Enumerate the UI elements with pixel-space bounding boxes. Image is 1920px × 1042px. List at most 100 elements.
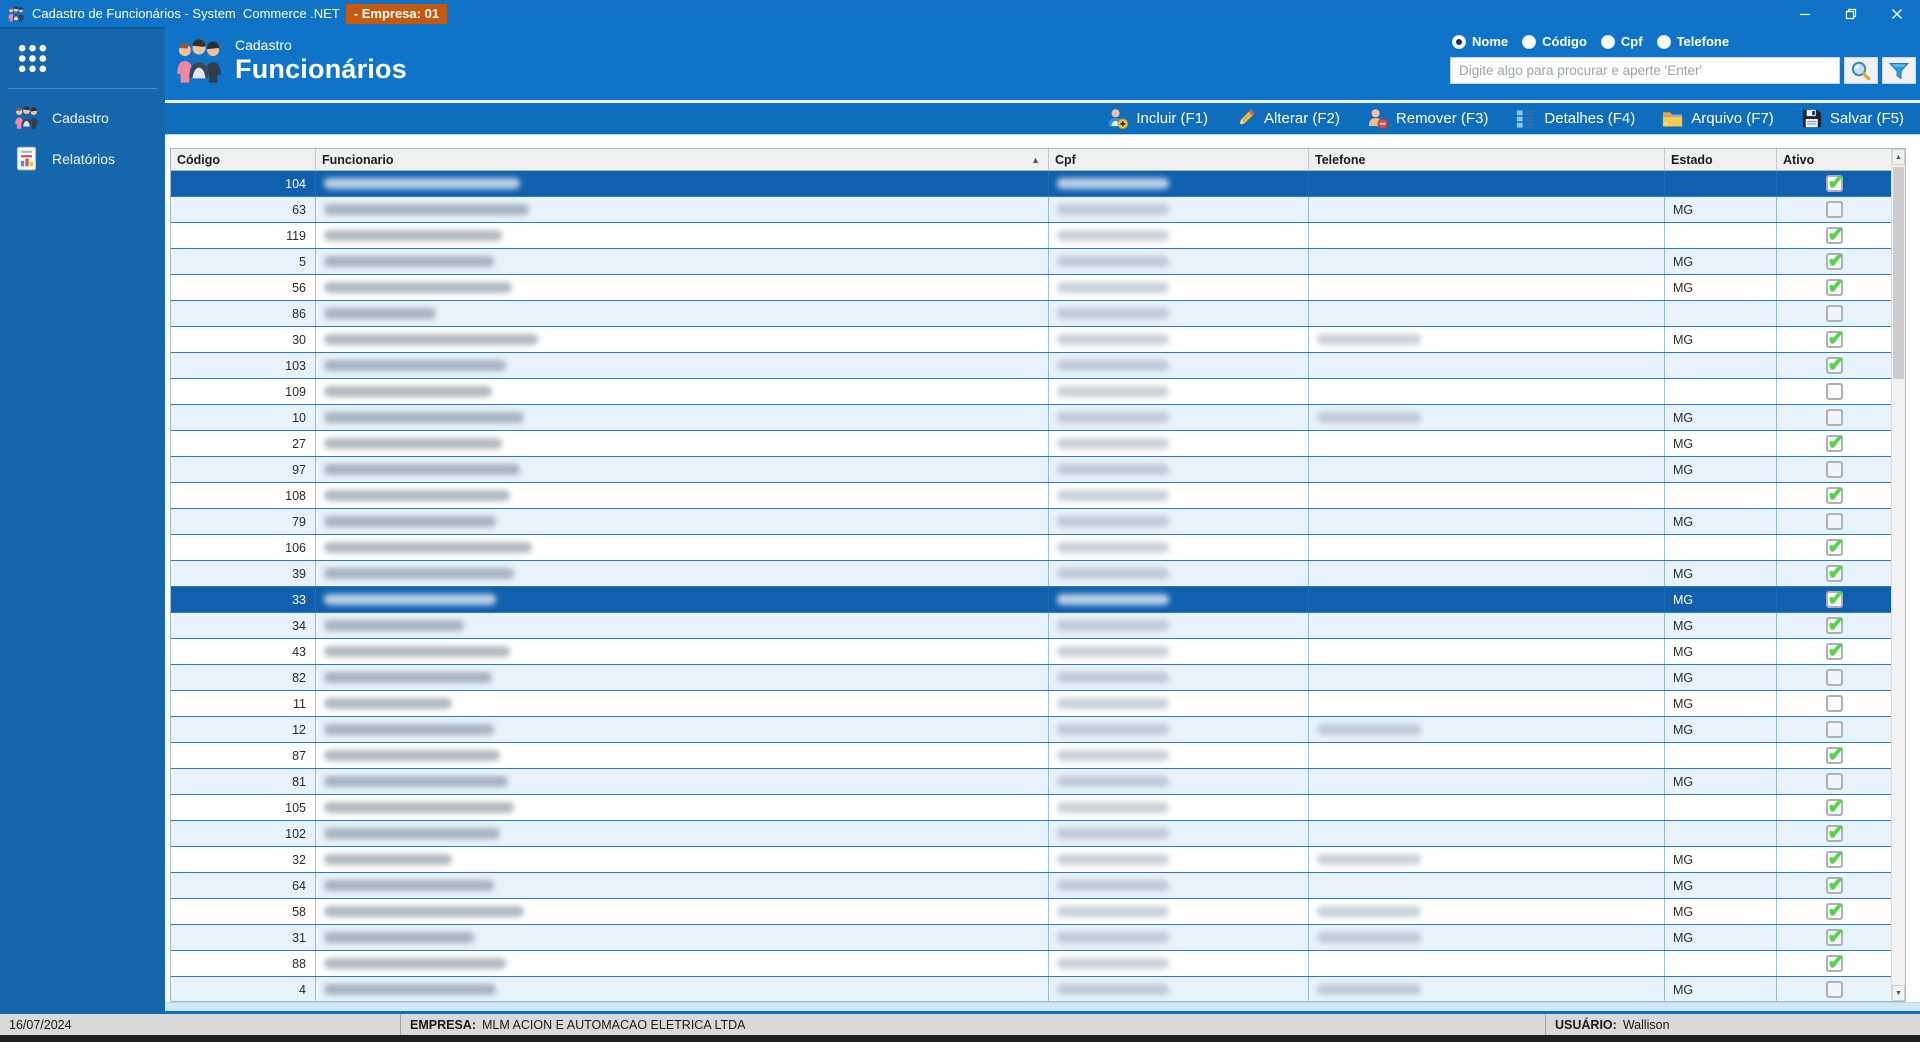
sidebar-item-relatorios[interactable]: Relatórios bbox=[0, 138, 165, 179]
ativo-checkbox[interactable]: ✔ bbox=[1825, 328, 1844, 350]
ativo-checkbox[interactable] bbox=[1825, 773, 1843, 790]
table-row[interactable]: 5 MG ✔ bbox=[171, 249, 1891, 275]
table-row[interactable]: 31 MG ✔ bbox=[171, 925, 1891, 951]
arquivo-f7-button[interactable]: Arquivo (F7) bbox=[1661, 107, 1774, 130]
table-row[interactable]: 10 MG bbox=[171, 405, 1891, 431]
search-input[interactable] bbox=[1450, 57, 1840, 84]
ativo-checkbox[interactable]: ✔ bbox=[1825, 952, 1844, 974]
search-button[interactable] bbox=[1844, 57, 1878, 84]
search-mode-nome[interactable]: Nome bbox=[1452, 34, 1508, 49]
ativo-checkbox[interactable]: ✔ bbox=[1825, 640, 1844, 662]
scrollbar-thumb[interactable] bbox=[1893, 167, 1904, 379]
restore-button[interactable] bbox=[1828, 0, 1874, 27]
ativo-checkbox[interactable]: ✔ bbox=[1825, 926, 1844, 948]
apps-menu-button[interactable] bbox=[0, 29, 165, 86]
incluir-f1-button[interactable]: Incluir (F1) bbox=[1106, 107, 1208, 130]
sidebar-item-cadastro[interactable]: Cadastro bbox=[0, 97, 165, 138]
ativo-checkbox[interactable] bbox=[1825, 513, 1843, 530]
search-mode-cpf[interactable]: Cpf bbox=[1600, 34, 1643, 49]
detalhes-f4-button[interactable]: Detalhes (F4) bbox=[1514, 107, 1635, 130]
table-row[interactable]: 81 MG bbox=[171, 769, 1891, 795]
ativo-checkbox[interactable] bbox=[1825, 409, 1843, 426]
table-row[interactable]: 79 MG bbox=[171, 509, 1891, 535]
ativo-checkbox[interactable] bbox=[1825, 461, 1843, 478]
column-header-funcionario[interactable]: Funcionario ▲ bbox=[316, 149, 1049, 170]
column-header-codigo[interactable]: Código bbox=[171, 149, 316, 170]
scroll-down-button[interactable]: ▼ bbox=[1892, 985, 1905, 1001]
check-icon: ✔ bbox=[1827, 562, 1845, 584]
table-row[interactable]: 34 MG ✔ bbox=[171, 613, 1891, 639]
ativo-checkbox[interactable]: ✔ bbox=[1825, 562, 1844, 584]
column-header-cpf[interactable]: Cpf bbox=[1049, 149, 1309, 170]
ativo-checkbox[interactable]: ✔ bbox=[1825, 874, 1844, 896]
cell-funcionario bbox=[316, 899, 1049, 924]
table-row[interactable]: 32 MG ✔ bbox=[171, 847, 1891, 873]
ativo-checkbox[interactable]: ✔ bbox=[1825, 250, 1844, 272]
table-row[interactable]: 103 ✔ bbox=[171, 353, 1891, 379]
table-row[interactable]: 102 ✔ bbox=[171, 821, 1891, 847]
table-row[interactable]: 88 ✔ bbox=[171, 951, 1891, 977]
ativo-checkbox[interactable] bbox=[1825, 981, 1843, 998]
ativo-checkbox[interactable]: ✔ bbox=[1825, 172, 1844, 194]
check-icon: ✔ bbox=[1827, 276, 1845, 298]
column-header-ativo[interactable]: Ativo bbox=[1777, 149, 1891, 170]
toolbar-button-label: Remover (F3) bbox=[1395, 110, 1489, 127]
ativo-checkbox[interactable]: ✔ bbox=[1825, 536, 1844, 558]
ativo-checkbox[interactable]: ✔ bbox=[1825, 276, 1844, 298]
vertical-scrollbar[interactable]: ▲ ▼ bbox=[1891, 149, 1905, 1001]
ativo-checkbox[interactable] bbox=[1825, 383, 1843, 400]
remover-f3-button[interactable]: Remover (F3) bbox=[1366, 107, 1489, 130]
ativo-checkbox[interactable]: ✔ bbox=[1825, 484, 1844, 506]
table-row[interactable]: 105 ✔ bbox=[171, 795, 1891, 821]
salvar-f5-button[interactable]: Salvar (F5) bbox=[1800, 107, 1904, 130]
ativo-checkbox[interactable]: ✔ bbox=[1825, 588, 1844, 610]
table-row[interactable]: 33 MG ✔ bbox=[171, 587, 1891, 613]
alterar-f2-button[interactable]: Alterar (F2) bbox=[1234, 107, 1340, 130]
ativo-checkbox[interactable]: ✔ bbox=[1825, 796, 1844, 818]
table-row[interactable]: 82 MG bbox=[171, 665, 1891, 691]
ativo-checkbox[interactable]: ✔ bbox=[1825, 224, 1844, 246]
table-row[interactable]: 27 MG ✔ bbox=[171, 431, 1891, 457]
ativo-checkbox[interactable]: ✔ bbox=[1825, 432, 1844, 454]
table-row[interactable]: 63 MG bbox=[171, 197, 1891, 223]
table-row[interactable]: 106 ✔ bbox=[171, 535, 1891, 561]
table-row[interactable]: 30 MG ✔ bbox=[171, 327, 1891, 353]
cell-ativo: ✔ bbox=[1777, 535, 1891, 560]
filter-button[interactable] bbox=[1882, 57, 1916, 84]
table-row[interactable]: 108 ✔ bbox=[171, 483, 1891, 509]
ativo-checkbox[interactable]: ✔ bbox=[1825, 822, 1844, 844]
close-button[interactable] bbox=[1874, 0, 1920, 27]
ativo-checkbox[interactable] bbox=[1825, 721, 1843, 738]
minimize-button[interactable] bbox=[1782, 0, 1828, 27]
table-row[interactable]: 64 MG ✔ bbox=[171, 873, 1891, 899]
search-mode-telefone[interactable]: Telefone bbox=[1656, 34, 1729, 49]
ativo-checkbox[interactable] bbox=[1825, 305, 1843, 322]
column-header-estado[interactable]: Estado bbox=[1665, 149, 1777, 170]
table-row[interactable]: 11 MG bbox=[171, 691, 1891, 717]
ativo-checkbox[interactable]: ✔ bbox=[1825, 614, 1844, 636]
ativo-checkbox[interactable] bbox=[1825, 695, 1843, 712]
ativo-checkbox[interactable]: ✔ bbox=[1825, 900, 1844, 922]
ativo-checkbox[interactable] bbox=[1825, 669, 1843, 686]
table-row[interactable]: 104 ✔ bbox=[171, 171, 1891, 197]
table-row[interactable]: 56 MG ✔ bbox=[171, 275, 1891, 301]
table-row[interactable]: 58 MG ✔ bbox=[171, 899, 1891, 925]
column-header-telefone[interactable]: Telefone bbox=[1309, 149, 1665, 170]
table-row[interactable]: 119 ✔ bbox=[171, 223, 1891, 249]
scroll-up-button[interactable]: ▲ bbox=[1892, 149, 1905, 165]
table-row[interactable]: 109 bbox=[171, 379, 1891, 405]
search-mode-codigo[interactable]: Código bbox=[1522, 34, 1587, 49]
table-row[interactable]: 86 bbox=[171, 301, 1891, 327]
table-row[interactable]: 43 MG ✔ bbox=[171, 639, 1891, 665]
ativo-checkbox[interactable] bbox=[1825, 201, 1843, 218]
table-row[interactable]: 39 MG ✔ bbox=[171, 561, 1891, 587]
redacted-cpf bbox=[1057, 464, 1169, 475]
ativo-checkbox[interactable]: ✔ bbox=[1825, 848, 1844, 870]
table-row[interactable]: 97 MG bbox=[171, 457, 1891, 483]
table-row[interactable]: 12 MG bbox=[171, 717, 1891, 743]
ativo-checkbox[interactable]: ✔ bbox=[1825, 354, 1844, 376]
table-row[interactable]: 87 ✔ bbox=[171, 743, 1891, 769]
table-row[interactable]: 4 MG bbox=[171, 977, 1891, 1001]
ativo-checkbox[interactable]: ✔ bbox=[1825, 744, 1844, 766]
horizontal-scrollbar-track[interactable] bbox=[165, 1002, 1920, 1014]
